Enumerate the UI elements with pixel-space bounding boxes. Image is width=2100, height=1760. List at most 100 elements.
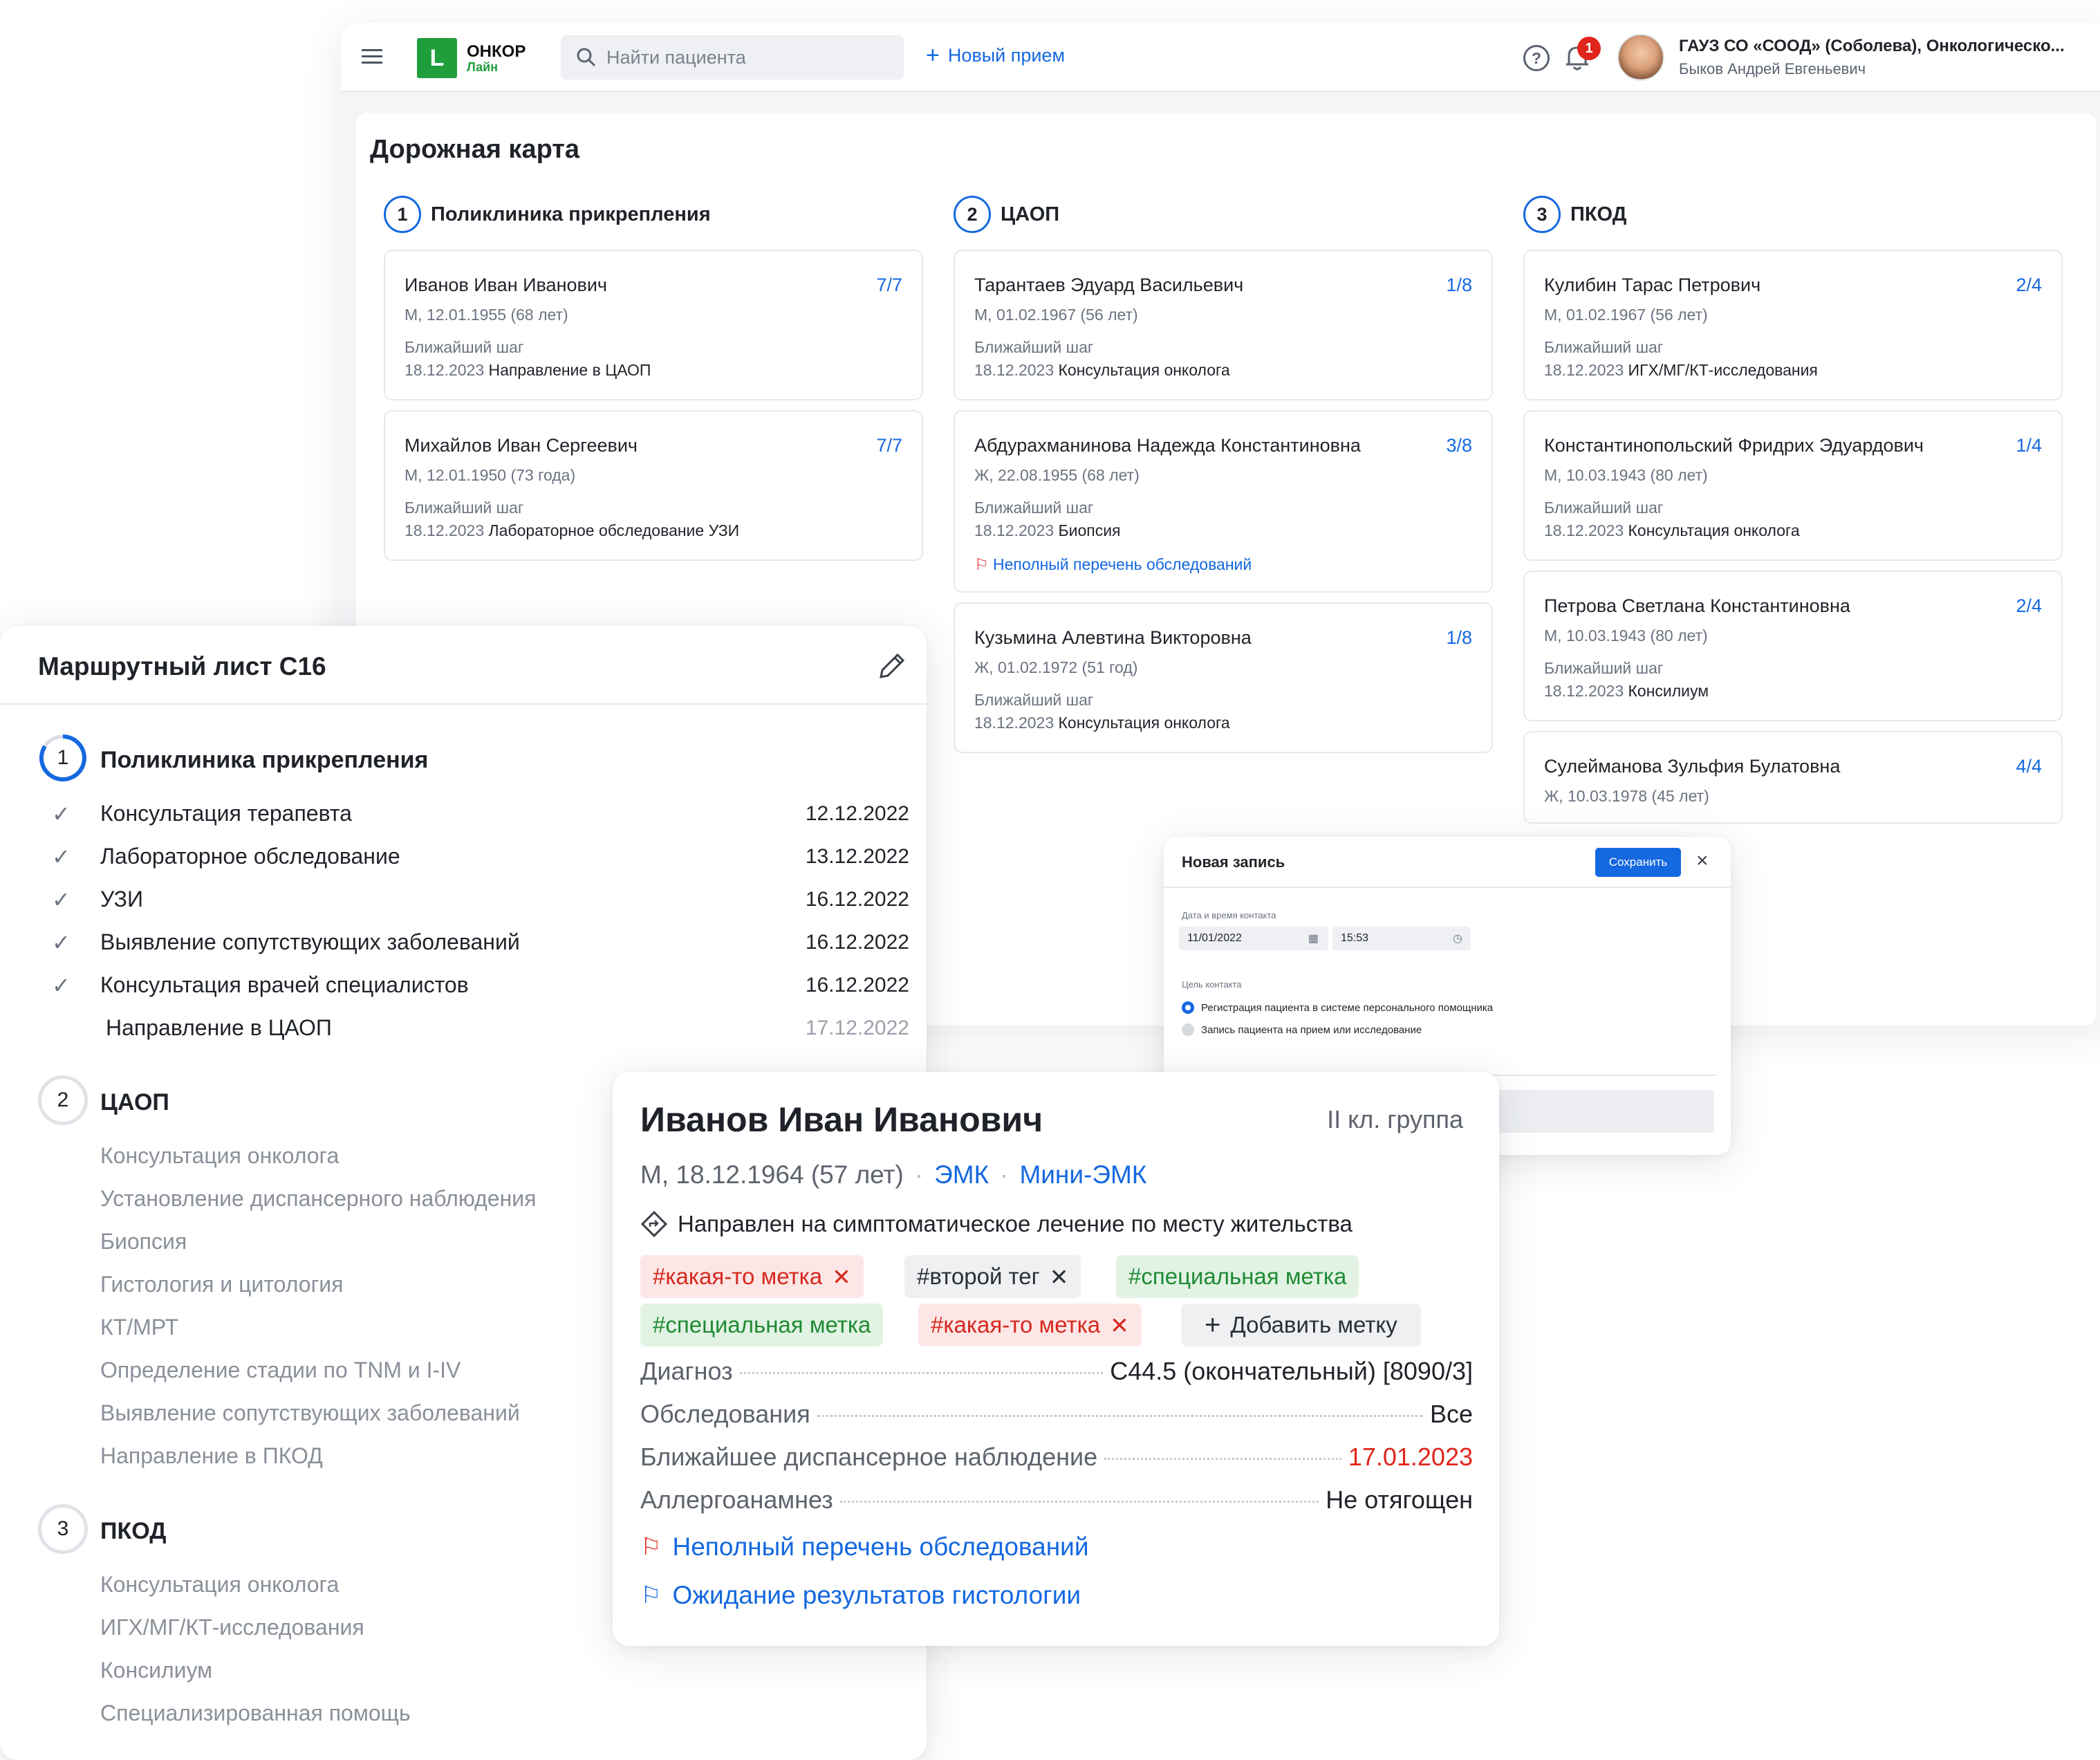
route-item: Направление в ЦАОП bbox=[106, 1015, 332, 1040]
emk-link[interactable]: ЭМК bbox=[934, 1160, 989, 1189]
route-divider bbox=[0, 703, 927, 705]
detail-label: Ближайшее диспансерное наблюдение bbox=[640, 1443, 1098, 1471]
save-button[interactable]: Сохранить bbox=[1595, 848, 1681, 877]
warning-flag[interactable]: ⚐ Неполный перечень обследований bbox=[974, 555, 1472, 574]
route-item: Определение стадии по TNM и I-IV bbox=[100, 1358, 461, 1382]
next-step-label: Ближайший шаг bbox=[1544, 338, 1664, 356]
patient-info: М, 10.03.1943 (80 лет) bbox=[1544, 627, 1708, 645]
next-step: 18.12.2023 Консультация онколога bbox=[1544, 521, 2042, 540]
patient-card[interactable]: Петрова Светлана Константиновна 2/4 М, 1… bbox=[1523, 571, 2063, 721]
detail-label: Обследования bbox=[640, 1400, 810, 1428]
progress-count: 1/4 bbox=[2016, 435, 2042, 456]
radio-option[interactable]: Запись пациента на прием или исследовани… bbox=[1182, 1023, 1422, 1036]
route-sign-icon bbox=[640, 1210, 668, 1238]
tag-chip[interactable]: #второй тег ✕ bbox=[904, 1255, 1081, 1298]
column-header-1: 1 Поликлиника прикрепления bbox=[384, 196, 711, 233]
stage-2-number-icon: 2 bbox=[38, 1075, 88, 1125]
patient-card[interactable]: Сулейманова Зульфия Булатовна 4/4 Ж, 10.… bbox=[1523, 731, 2063, 824]
date-value: 11/01/2022 bbox=[1187, 932, 1242, 944]
mini-emk-link[interactable]: Мини-ЭМК bbox=[1019, 1160, 1146, 1189]
progress-count: 1/8 bbox=[1446, 627, 1472, 648]
detail-value: С44.5 (окончательный) [8090/3] bbox=[1110, 1357, 1473, 1385]
tag-chip[interactable]: #какая-то метка ✕ bbox=[918, 1304, 1142, 1346]
patient-card[interactable]: Константинопольский Фридрих Эдуардович 1… bbox=[1523, 410, 2063, 561]
date-field[interactable]: 11/01/2022 ▦ bbox=[1179, 927, 1328, 950]
patient-card[interactable]: Михайлов Иван Сергеевич 7/7 М, 12.01.195… bbox=[384, 410, 923, 561]
route-item: Выявление сопутствующих заболеваний bbox=[100, 929, 520, 954]
add-tag-button[interactable]: + Добавить метку bbox=[1181, 1304, 1421, 1346]
stage-title: Поликлиника прикрепления bbox=[100, 747, 429, 773]
dot-leader bbox=[839, 1501, 1319, 1503]
notification-badge: 1 bbox=[1577, 37, 1601, 60]
edit-icon[interactable] bbox=[877, 651, 907, 681]
close-icon[interactable]: ✕ bbox=[1110, 1312, 1129, 1339]
direction-row: Направлен на симптоматическое лечение по… bbox=[640, 1210, 1353, 1238]
column-title: Поликлиника прикрепления bbox=[431, 203, 711, 225]
tag-chip[interactable]: #специальная метка bbox=[1116, 1255, 1359, 1298]
next-step-date: 18.12.2023 bbox=[1544, 521, 1624, 539]
flag-row[interactable]: ⚐ Ожидание результатов гистологии bbox=[640, 1581, 1081, 1610]
patient-card[interactable]: Иванов Иван Иванович 7/7 М, 12.01.1955 (… bbox=[384, 250, 923, 400]
meta-separator: · bbox=[914, 1160, 924, 1189]
radio-selected-icon bbox=[1182, 1001, 1194, 1014]
check-icon: ✓ bbox=[52, 844, 71, 869]
help-icon[interactable]: ? bbox=[1523, 45, 1550, 71]
patient-info: М, 12.01.1955 (68 лет) bbox=[405, 306, 568, 324]
user-block[interactable]: ГАУЗ СО «СООД» (Соболева), Онкологическо… bbox=[1679, 37, 2065, 78]
patient-name: Кузьмина Алевтина Викторовна bbox=[974, 627, 1252, 648]
close-icon[interactable]: ✕ bbox=[832, 1263, 851, 1290]
check-icon: ✓ bbox=[52, 887, 71, 912]
detail-row: Обследования Все bbox=[640, 1400, 1473, 1434]
avatar[interactable] bbox=[1617, 34, 1664, 81]
radio-option[interactable]: Регистрация пациента в системе персональ… bbox=[1182, 1001, 1493, 1014]
patient-name: Сулейманова Зульфия Булатовна bbox=[1544, 756, 1841, 777]
patient-name: Михайлов Иван Сергеевич bbox=[405, 435, 638, 456]
search-input[interactable]: Найти пациента bbox=[606, 47, 746, 68]
patient-group: II кл. группа bbox=[1327, 1105, 1463, 1133]
detail-row: Ближайшее диспансерное наблюдение 17.01.2… bbox=[640, 1443, 1473, 1477]
search-icon bbox=[577, 48, 596, 67]
search-box[interactable]: Найти пациента bbox=[561, 35, 904, 80]
flag-icon: ⚐ bbox=[974, 555, 989, 573]
next-step-date: 18.12.2023 bbox=[974, 361, 1054, 379]
logo[interactable]: L ОНКОР Лайн bbox=[417, 38, 526, 78]
patient-card[interactable]: Кулибин Тарас Петрович 2/4 М, 01.02.1967… bbox=[1523, 250, 2063, 400]
next-step-text: Консультация онколога bbox=[1058, 361, 1230, 379]
time-field[interactable]: 15:53 ◷ bbox=[1332, 927, 1471, 950]
route-item: Установление диспансерного наблюдения bbox=[100, 1186, 537, 1211]
close-icon[interactable]: ✕ bbox=[1050, 1263, 1069, 1290]
route-item: Консультация врачей специалистов bbox=[100, 972, 469, 997]
plus-icon: + bbox=[1205, 1310, 1221, 1340]
blue-flag-icon: ⚐ bbox=[640, 1582, 662, 1609]
time-value: 15:53 bbox=[1341, 932, 1369, 944]
patient-card[interactable]: Кузьмина Алевтина Викторовна 1/8 Ж, 01.0… bbox=[954, 602, 1493, 753]
patient-name: Абдурахманинова Надежда Константиновна bbox=[974, 435, 1361, 456]
stage-3-number-icon: 3 bbox=[38, 1504, 88, 1554]
next-step-date: 18.12.2023 bbox=[974, 714, 1054, 732]
check-icon: ✓ bbox=[52, 973, 71, 998]
new-visit-button[interactable]: + Новый прием bbox=[926, 44, 1065, 67]
route-item: Консилиум bbox=[100, 1658, 213, 1683]
patient-info: Ж, 10.03.1978 (45 лет) bbox=[1544, 787, 1709, 805]
flag-row[interactable]: ⚐ Неполный перечень обследований bbox=[640, 1532, 1089, 1562]
detail-label: Диагноз bbox=[640, 1357, 733, 1385]
tag-chip[interactable]: #какая-то метка ✕ bbox=[640, 1255, 864, 1298]
close-icon[interactable]: × bbox=[1696, 849, 1709, 873]
patient-card[interactable]: Тарантаев Эдуард Васильевич 1/8 М, 01.02… bbox=[954, 250, 1493, 400]
patient-info: М, 01.02.1967 (56 лет) bbox=[1544, 306, 1708, 324]
goal-label: Цель контакта bbox=[1182, 979, 1242, 990]
next-step-date: 18.12.2023 bbox=[405, 521, 485, 539]
next-step: 18.12.2023 ИГХ/МГ/КТ-исследования bbox=[1544, 361, 2042, 380]
next-step-text: Лабораторное обследование УЗИ bbox=[488, 521, 740, 539]
next-step-date: 18.12.2023 bbox=[974, 521, 1054, 539]
bell-icon[interactable]: 1 bbox=[1563, 37, 1601, 73]
patient-info: М, 12.01.1950 (73 года) bbox=[405, 466, 576, 484]
next-step-text: Консультация онколога bbox=[1628, 521, 1800, 539]
tag-chip[interactable]: #специальная метка bbox=[640, 1304, 884, 1346]
route-item: Специализированная помощь bbox=[100, 1701, 411, 1725]
patient-card[interactable]: Абдурахманинова Надежда Константиновна 3… bbox=[954, 410, 1493, 593]
stage-number: 1 bbox=[57, 746, 69, 769]
menu-icon[interactable] bbox=[362, 47, 384, 66]
progress-count: 2/4 bbox=[2016, 595, 2042, 616]
patient-info: М, 01.02.1967 (56 лет) bbox=[974, 306, 1138, 324]
